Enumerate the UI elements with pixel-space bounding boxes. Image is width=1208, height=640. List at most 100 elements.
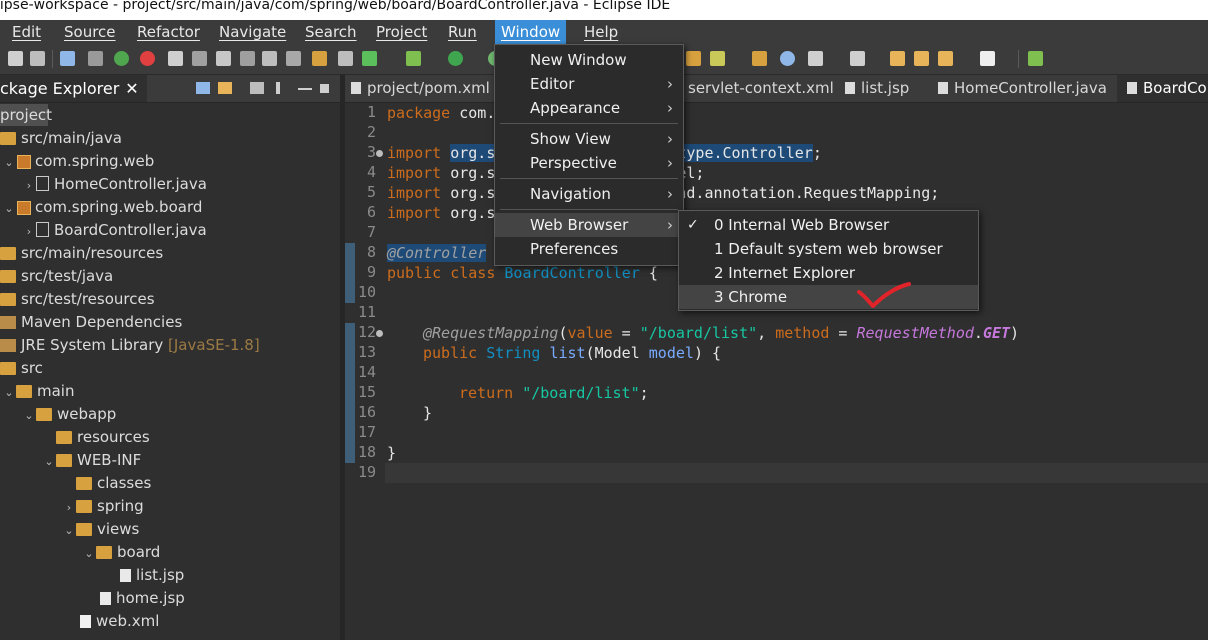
tree-item[interactable]: ⌄ com.spring.web.board bbox=[2, 196, 202, 218]
chevron-down-icon[interactable]: ⌄ bbox=[62, 520, 76, 542]
menu-search[interactable]: Search bbox=[299, 20, 363, 44]
tree-item[interactable]: resources bbox=[56, 426, 150, 448]
terminal-icon[interactable] bbox=[60, 51, 75, 66]
edit-icon[interactable] bbox=[192, 51, 207, 66]
chevron-down-icon[interactable]: ⌄ bbox=[42, 451, 56, 473]
code-line: } bbox=[423, 404, 433, 422]
refresh-icon[interactable] bbox=[362, 51, 377, 66]
collapse-all-icon[interactable] bbox=[196, 82, 210, 94]
open-task-icon[interactable] bbox=[168, 51, 183, 66]
tree-item[interactable]: src/main/java bbox=[0, 127, 122, 149]
tree-item[interactable]: ⌄ webapp bbox=[22, 403, 116, 425]
menu-item-perspective[interactable]: Perspective › bbox=[495, 151, 683, 175]
menu-item-internet-explorer[interactable]: 2 Internet Explorer bbox=[679, 261, 978, 285]
search-toolbar-icon[interactable] bbox=[338, 51, 353, 66]
chevron-down-icon[interactable]: ⌄ bbox=[22, 405, 36, 427]
tree-item[interactable]: src/main/resources bbox=[0, 242, 163, 264]
run-icon[interactable] bbox=[448, 51, 463, 66]
folder-icon bbox=[56, 431, 72, 444]
debug-icon[interactable] bbox=[286, 51, 301, 66]
chevron-right-icon[interactable]: › bbox=[62, 497, 76, 519]
skip-breakpoints-icon[interactable] bbox=[88, 51, 103, 66]
tree-item[interactable]: ⌄ WEB-INF bbox=[42, 449, 141, 471]
chevron-down-icon[interactable]: ⌄ bbox=[2, 382, 16, 404]
menu-edit[interactable]: Edit bbox=[6, 20, 47, 44]
menu-item-appearance[interactable]: Appearance › bbox=[495, 96, 683, 120]
tab-board-controller[interactable]: BoardCon bbox=[1117, 75, 1208, 102]
menu-help[interactable]: Help bbox=[578, 20, 624, 44]
block-select-icon[interactable] bbox=[240, 51, 255, 66]
tree-item[interactable]: src/test/resources bbox=[0, 288, 155, 310]
menu-item-default-browser[interactable]: 1 Default system web browser bbox=[679, 237, 978, 261]
stop-icon[interactable] bbox=[140, 51, 155, 66]
chevron-down-icon[interactable]: ⌄ bbox=[82, 543, 96, 565]
tree-item[interactable]: ⌄ com.spring.web bbox=[2, 150, 154, 172]
menu-item-preferences[interactable]: Preferences bbox=[495, 237, 683, 261]
chevron-right-icon[interactable]: › bbox=[22, 221, 36, 243]
menu-project[interactable]: Project bbox=[370, 20, 433, 44]
view-menu-icon[interactable] bbox=[276, 82, 280, 94]
open-folder-icon[interactable] bbox=[686, 51, 701, 66]
menu-item-show-view[interactable]: Show View › bbox=[495, 127, 683, 151]
debug-run-icon[interactable] bbox=[406, 51, 421, 66]
package-open-icon[interactable] bbox=[752, 51, 767, 66]
back-icon[interactable] bbox=[938, 51, 953, 66]
package-explorer-tab[interactable]: ckage Explorer ✕ bbox=[0, 75, 147, 102]
tree-item[interactable]: src/test/java bbox=[0, 265, 113, 287]
tree-item[interactable]: list.jsp bbox=[120, 564, 184, 586]
pen-icon[interactable] bbox=[710, 51, 725, 66]
save-all-icon[interactable] bbox=[30, 51, 45, 66]
chevron-right-icon[interactable]: › bbox=[22, 175, 36, 197]
server-icon[interactable] bbox=[114, 51, 129, 66]
chevron-down-icon[interactable]: ⌄ bbox=[2, 198, 16, 220]
menu-item-new-window[interactable]: New Window bbox=[495, 48, 683, 72]
back-edit-icon[interactable] bbox=[890, 51, 905, 66]
tree-item[interactable]: classes bbox=[76, 472, 151, 494]
menu-item-navigation[interactable]: Navigation › bbox=[495, 182, 683, 206]
folder-icon bbox=[76, 477, 92, 490]
forward-edit-icon[interactable] bbox=[914, 51, 929, 66]
tree-item[interactable]: home.jsp bbox=[100, 587, 185, 609]
tree-item-project[interactable]: project bbox=[0, 104, 52, 126]
tree-item[interactable]: Maven Dependencies bbox=[0, 311, 182, 333]
menu-navigate[interactable]: Navigate bbox=[213, 20, 292, 44]
globe-icon[interactable] bbox=[780, 51, 795, 66]
link-with-editor-icon[interactable] bbox=[218, 82, 232, 94]
new-icon[interactable] bbox=[8, 51, 23, 66]
tree-item[interactable]: ⌄ board bbox=[82, 541, 160, 563]
tree-item[interactable]: src bbox=[0, 357, 43, 379]
tab-list-jsp[interactable]: list.jsp bbox=[845, 75, 909, 102]
close-icon[interactable]: ✕ bbox=[125, 79, 138, 98]
menu-item-chrome[interactable]: 3 Chrome bbox=[679, 285, 978, 309]
tree-item[interactable]: web.xml bbox=[80, 610, 159, 632]
menu-source[interactable]: Source bbox=[58, 20, 122, 44]
task-icon[interactable] bbox=[312, 51, 327, 66]
tree-item[interactable]: › spring bbox=[62, 495, 144, 517]
tree-item[interactable]: ⌄ main bbox=[2, 380, 74, 402]
menu-item-editor[interactable]: Editor › bbox=[495, 72, 683, 96]
menu-window[interactable]: Window bbox=[495, 20, 567, 44]
fold-toggle-icon[interactable] bbox=[376, 150, 383, 157]
whitespace-icon[interactable] bbox=[262, 51, 277, 66]
tree-item[interactable]: › BoardController.java bbox=[22, 219, 207, 241]
tab-servlet-context[interactable]: servlet-context.xml bbox=[688, 75, 834, 102]
menu-item-web-browser[interactable]: Web Browser › bbox=[495, 213, 683, 237]
tree-item[interactable]: › HomeController.java bbox=[22, 173, 207, 195]
menu-run[interactable]: Run bbox=[442, 20, 483, 44]
annotation-icon[interactable] bbox=[216, 51, 231, 66]
fold-toggle-icon[interactable] bbox=[376, 330, 383, 337]
maximize-icon[interactable] bbox=[320, 84, 329, 93]
menu-item-internal-browser[interactable]: ✓ 0 Internal Web Browser bbox=[679, 213, 978, 237]
tab-home-controller[interactable]: HomeController.java bbox=[938, 75, 1107, 102]
tree-item[interactable]: ⌄ views bbox=[62, 518, 139, 540]
minimize-icon[interactable] bbox=[298, 88, 312, 90]
chevron-down-icon[interactable]: ⌄ bbox=[2, 152, 16, 174]
tab-pom-xml[interactable]: project/pom.xml bbox=[351, 75, 490, 102]
filter-icon[interactable] bbox=[250, 82, 264, 94]
annotation-next-icon[interactable] bbox=[808, 51, 823, 66]
tree-item[interactable]: JRE System Library [JavaSE-1.8] bbox=[0, 334, 260, 356]
perspective-icon[interactable] bbox=[1028, 51, 1043, 66]
menu-refactor[interactable]: Refactor bbox=[131, 20, 206, 44]
forward-icon[interactable] bbox=[980, 51, 995, 66]
pin-icon[interactable] bbox=[850, 51, 865, 66]
